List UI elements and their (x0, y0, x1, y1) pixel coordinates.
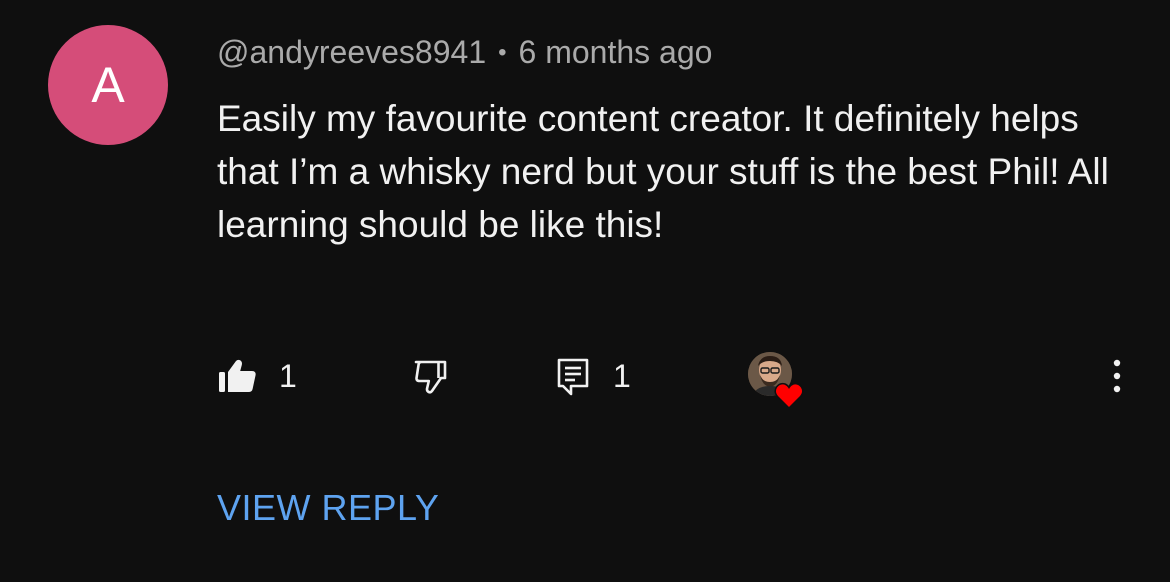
comment-timestamp[interactable]: 6 months ago (519, 34, 713, 70)
thumbs-up-filled-icon (219, 359, 256, 392)
reply-button[interactable]: 1 (555, 352, 631, 400)
view-reply-button[interactable]: VIEW REPLY (217, 486, 439, 530)
avatar-letter: A (91, 57, 125, 113)
creator-heart-badge[interactable] (748, 352, 808, 414)
thumbs-down-outline-icon (414, 360, 447, 394)
dislike-button[interactable] (412, 352, 452, 400)
like-count: 1 (279, 357, 297, 394)
meta-separator: • (498, 39, 507, 66)
comment-header: @andyreeves8941 • 6 months ago (217, 30, 712, 78)
comment-reply-icon (557, 358, 589, 396)
like-button[interactable]: 1 (217, 352, 297, 400)
comment-username[interactable]: @andyreeves8941 (217, 34, 486, 70)
more-vertical-icon (1113, 359, 1121, 393)
comment-text: Easily my favourite content creator. It … (217, 98, 1109, 245)
more-options-button[interactable] (1097, 356, 1137, 396)
heart-icon (774, 382, 804, 410)
reply-count: 1 (613, 357, 631, 394)
comment-author-avatar[interactable]: A (48, 25, 168, 145)
comment-actions-bar: 1 1 (217, 352, 1137, 410)
